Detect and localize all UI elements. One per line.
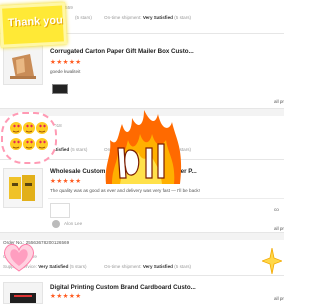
review-stars: ★★★★★ bbox=[50, 178, 82, 185]
avatar bbox=[52, 220, 60, 228]
view-all-link[interactable]: all pr bbox=[274, 99, 284, 104]
thank-you-text: Thank you bbox=[7, 14, 64, 30]
reply-name: Alon Lee bbox=[64, 221, 83, 226]
review-photo-placeholder[interactable] bbox=[50, 203, 70, 218]
view-all-link[interactable]: all pr bbox=[274, 226, 284, 231]
review-stars: ★★★★★ bbox=[50, 59, 82, 66]
row-divider bbox=[48, 198, 284, 199]
review-text: goede kwaliteit bbox=[50, 69, 81, 74]
product-thumbnail[interactable] bbox=[3, 45, 43, 85]
review-photo[interactable] bbox=[52, 84, 68, 94]
product-thumbnail[interactable] bbox=[3, 282, 43, 304]
emoji-cloud-sticker bbox=[1, 112, 57, 164]
shipment-rating: On-time shipment: Very Satisfied (5 star… bbox=[104, 15, 192, 20]
view-all-link[interactable]: all pr bbox=[274, 296, 284, 301]
view-all-link[interactable]: co bbox=[274, 207, 279, 212]
product-title[interactable]: Digital Printing Custom Brand Cardboard … bbox=[50, 284, 196, 291]
heart-sticker bbox=[2, 240, 36, 274]
supplier-rating-count: (5 stars) bbox=[75, 15, 92, 20]
thank-you-sticker: Thank you bbox=[0, 2, 68, 48]
section-separator bbox=[0, 232, 284, 240]
sparkle-icon bbox=[260, 247, 284, 275]
fire-sticker bbox=[100, 104, 186, 190]
shipment-rating: On-time shipment: Very Satisfied (5 star… bbox=[104, 264, 192, 269]
review-stars: ★★★★★ bbox=[50, 293, 82, 300]
product-title[interactable]: Corrugated Carton Paper Gift Mailer Box … bbox=[50, 48, 194, 55]
product-thumbnail[interactable] bbox=[3, 168, 43, 208]
row-divider bbox=[0, 275, 284, 276]
